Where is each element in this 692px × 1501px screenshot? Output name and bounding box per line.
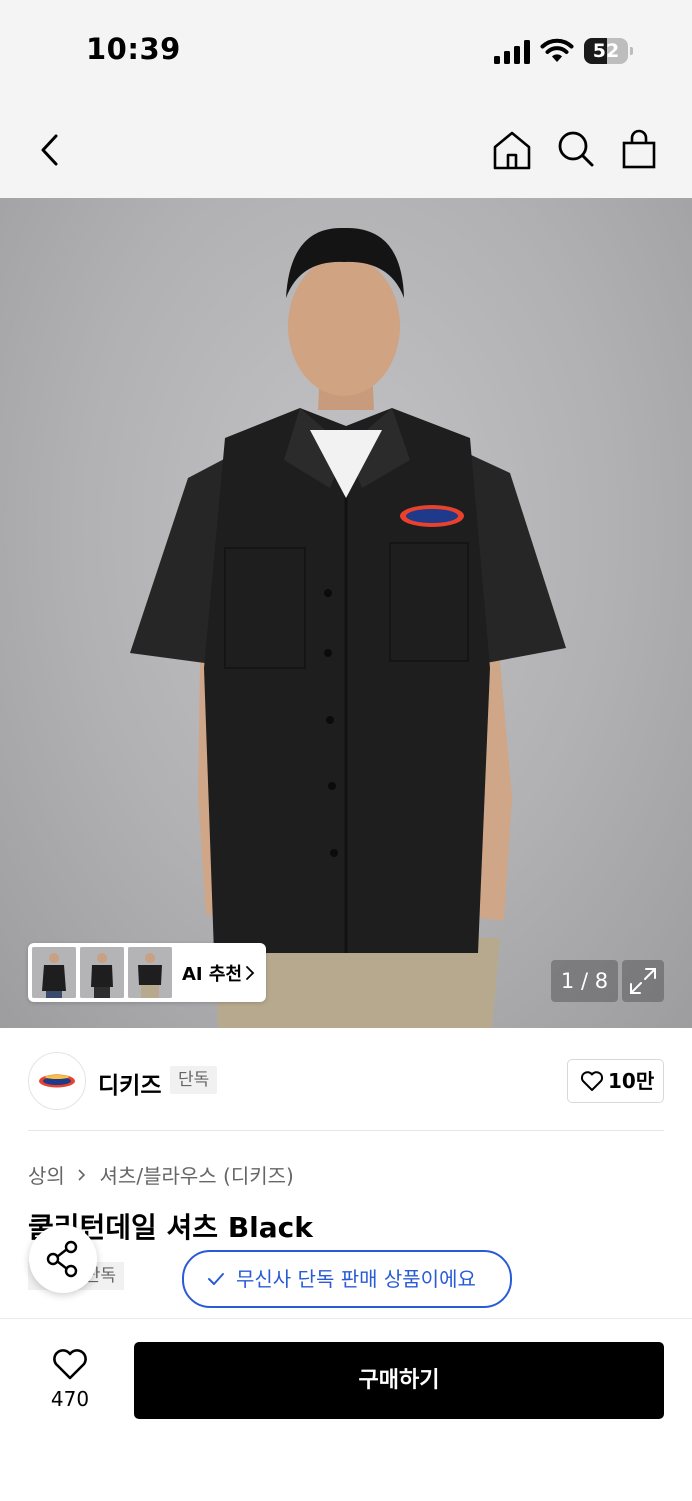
- image-counter: 1 / 8: [551, 960, 618, 1002]
- brand-like-count: 10만: [608, 1069, 655, 1093]
- check-icon: [208, 1273, 224, 1285]
- ai-thumbnail-3: [128, 947, 172, 998]
- cellular-signal-icon: [494, 40, 530, 64]
- divider: [28, 1130, 664, 1131]
- brand-like-button[interactable]: 10만: [567, 1059, 664, 1103]
- brand-name[interactable]: 디키즈: [98, 1066, 161, 1100]
- ai-recommend-button[interactable]: AI 추천: [28, 943, 266, 1002]
- breadcrumb-chevron-icon: [78, 1168, 86, 1181]
- buy-button[interactable]: 구매하기: [134, 1342, 664, 1419]
- exclusive-sale-banner[interactable]: 무신사 단독 판매 상품이에요: [182, 1250, 512, 1308]
- battery-body: 52: [584, 38, 628, 64]
- breadcrumb-subcategory[interactable]: 셔츠/블라우스 (디키즈): [100, 1160, 294, 1189]
- wifi-icon: [540, 38, 574, 62]
- wishlist-count: 470: [50, 1387, 90, 1411]
- chevron-right-icon: [246, 966, 255, 980]
- back-chevron-icon[interactable]: [28, 128, 72, 172]
- status-time: 10:39: [86, 32, 181, 66]
- top-navigation: [0, 100, 692, 198]
- exclusive-banner-text: 무신사 단독 판매 상품이에요: [236, 1267, 476, 1291]
- heart-icon: [53, 1349, 87, 1380]
- brand-exclusive-badge: 단독: [170, 1066, 218, 1094]
- expand-icon: [630, 968, 656, 994]
- heart-icon: [580, 1071, 604, 1091]
- battery-cap: [630, 47, 633, 55]
- shopping-bag-icon[interactable]: [617, 128, 661, 172]
- wishlist-button[interactable]: 470: [30, 1345, 110, 1425]
- brand-logo[interactable]: [28, 1052, 86, 1110]
- model-photo-illustration: [130, 227, 566, 1028]
- search-icon[interactable]: [554, 128, 598, 172]
- ai-recommend-label: AI 추천: [182, 964, 243, 985]
- breadcrumb-category[interactable]: 상의: [28, 1160, 65, 1189]
- ai-thumbnail-2: [80, 947, 124, 998]
- share-icon: [46, 1240, 78, 1278]
- expand-image-button[interactable]: [622, 960, 664, 1002]
- product-image[interactable]: [0, 198, 692, 1028]
- home-icon[interactable]: [490, 128, 534, 172]
- dickies-logo-icon: [39, 1074, 75, 1088]
- breadcrumb: 상의 셔츠/블라우스 (디키즈): [28, 1160, 294, 1190]
- battery-indicator: 52: [584, 38, 633, 64]
- battery-percent: 52: [592, 40, 620, 62]
- status-bar: 10:39 52: [0, 0, 692, 100]
- bottom-action-bar: 470 구매하기: [0, 1318, 692, 1501]
- share-button[interactable]: [29, 1225, 97, 1293]
- ai-thumbnail-1: [32, 947, 76, 998]
